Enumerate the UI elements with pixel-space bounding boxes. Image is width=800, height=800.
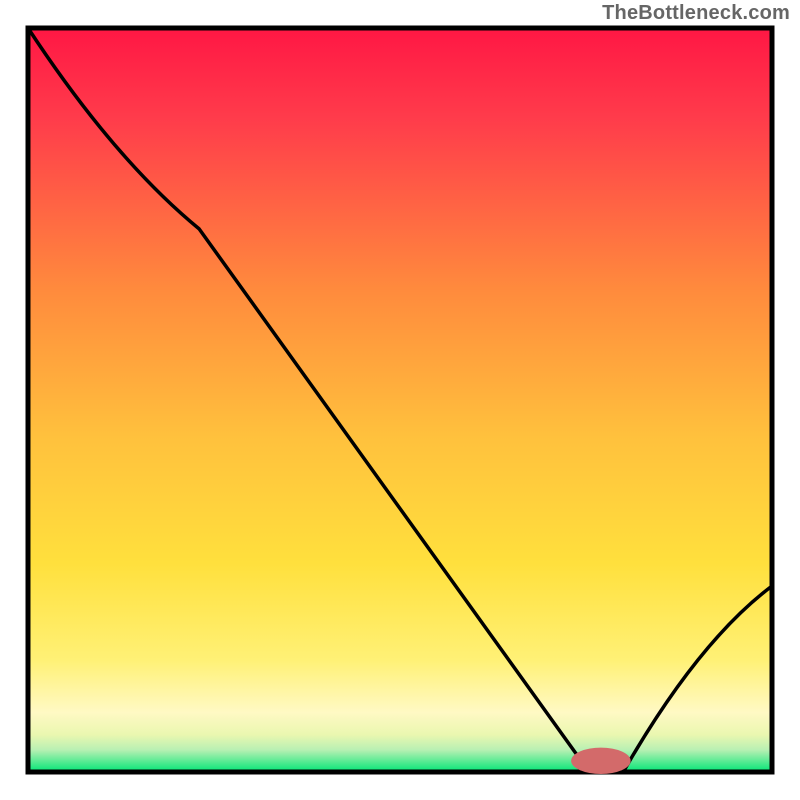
gradient-bg bbox=[28, 28, 772, 772]
plot-area bbox=[28, 28, 772, 774]
watermark: TheBottleneck.com bbox=[602, 2, 790, 25]
chart-canvas bbox=[0, 0, 800, 800]
optimal-marker bbox=[571, 748, 631, 774]
